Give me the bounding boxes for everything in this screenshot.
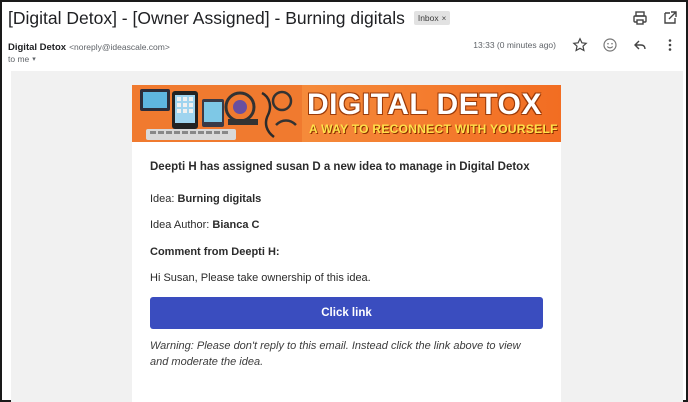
recipients-row: to me ▾ (8, 54, 36, 64)
idea-label: Idea: (150, 193, 178, 205)
email-body-background: DIGITAL DETOX A WAY TO RECONNECT WITH YO… (11, 71, 683, 402)
email-view: [Digital Detox] - [Owner Assigned] - Bur… (0, 0, 688, 402)
remove-label-icon[interactable]: × (442, 14, 447, 23)
inbox-label-text: Inbox (417, 13, 439, 23)
idea-line: Idea: Burning digitals (150, 193, 261, 205)
message-timestamp: 13:33 (0 minutes ago) (473, 40, 556, 50)
idea-author-line: Idea Author: Bianca C (150, 219, 259, 231)
recipients-text: to me (8, 54, 30, 64)
subject-row: [Digital Detox] - [Owner Assigned] - Bur… (8, 5, 678, 31)
inbox-label-chip[interactable]: Inbox × (413, 11, 451, 25)
email-headline: Deepti H has assigned susan D a new idea… (150, 161, 530, 173)
banner-title: DIGITAL DETOX (307, 88, 542, 121)
idea-value: Burning digitals (177, 193, 262, 205)
idea-author-value: Bianca C (212, 219, 260, 231)
comment-text: Hi Susan, Please take ownership of this … (150, 272, 371, 284)
reply-icon[interactable] (632, 37, 648, 53)
comment-heading: Comment from Deepti H: (150, 246, 280, 258)
click-link-button[interactable]: Click link (150, 297, 543, 329)
email-card: DIGITAL DETOX A WAY TO RECONNECT WITH YO… (132, 85, 561, 402)
sender-row: Digital Detox <noreply@ideascale.com> 13… (8, 37, 678, 54)
open-new-window-icon[interactable] (662, 10, 678, 26)
idea-author-label: Idea Author: (150, 219, 213, 231)
message-actions: 13:33 (0 minutes ago) (473, 37, 678, 53)
email-content: Deepti H has assigned susan D a new idea… (150, 161, 544, 368)
sender-email: <noreply@ideascale.com> (69, 42, 170, 52)
email-subject: [Digital Detox] - [Owner Assigned] - Bur… (8, 7, 405, 28)
digital-detox-banner: DIGITAL DETOX A WAY TO RECONNECT WITH YO… (132, 85, 561, 142)
print-icon[interactable] (632, 10, 648, 26)
star-icon[interactable] (572, 37, 588, 53)
subject-actions (632, 10, 678, 26)
recipient-details-caret-icon[interactable]: ▾ (32, 55, 36, 63)
emoji-icon[interactable] (602, 37, 618, 53)
banner-tagline: A WAY TO RECONNECT WITH YOURSELF (309, 122, 558, 136)
sender-name[interactable]: Digital Detox (8, 42, 66, 53)
more-vert-icon[interactable] (662, 37, 678, 53)
warning-text: Warning: Please don't reply to this emai… (150, 340, 521, 368)
banner-illustration (132, 85, 302, 142)
